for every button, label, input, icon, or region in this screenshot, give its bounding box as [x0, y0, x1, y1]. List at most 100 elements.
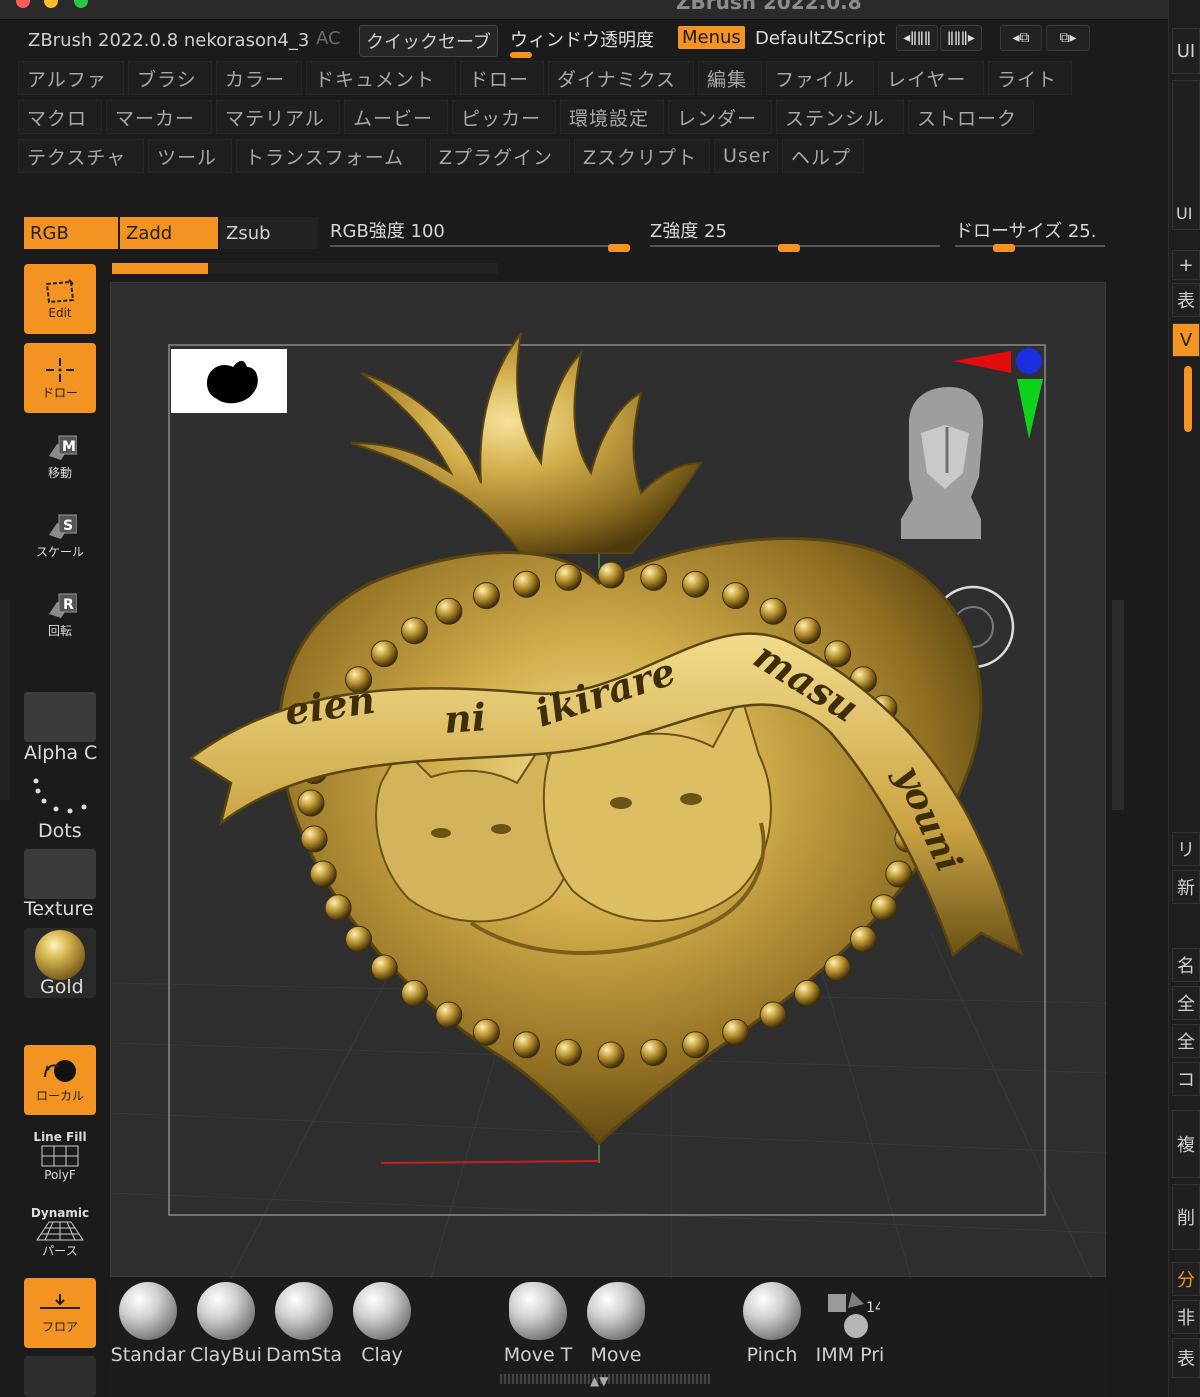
perspective-button[interactable]: Dynamic パース — [24, 1198, 96, 1266]
right-tray-button-4[interactable]: V — [1172, 323, 1200, 357]
menu-preferences[interactable]: 環境設定 — [560, 100, 664, 134]
brush-pinch-button[interactable]: Pinch — [734, 1282, 810, 1366]
right-tray-scrollbar[interactable] — [1184, 366, 1192, 432]
head-navigation-icon[interactable] — [901, 387, 984, 539]
menu-movie[interactable]: ムービー — [344, 100, 448, 134]
right-tray-button-12[interactable]: 削 — [1172, 1184, 1200, 1250]
scroll-left-button[interactable]: ◂ǁǁǁ — [896, 25, 938, 51]
scale-button[interactable]: S スケール — [24, 501, 96, 571]
brush-standard-button[interactable]: Standar — [110, 1282, 186, 1366]
right-tray-button-10[interactable]: コ — [1172, 1062, 1200, 1096]
right-tray-button-5[interactable]: リ — [1172, 832, 1200, 866]
menu-picker[interactable]: ピッカー — [452, 100, 556, 134]
layout-prev-icon[interactable]: ◂⧉ — [1000, 25, 1042, 51]
menu-file[interactable]: ファイル — [766, 61, 874, 95]
dynamic-label: Dynamic — [30, 1205, 90, 1220]
menu-marker[interactable]: マーカー — [106, 100, 212, 134]
right-tray-button-15[interactable]: 表 — [1172, 1338, 1200, 1378]
menu-layer[interactable]: レイヤー — [878, 61, 984, 95]
menu-tool[interactable]: ツール — [148, 139, 232, 173]
draw-size-knob[interactable] — [993, 244, 1015, 252]
menu-color[interactable]: カラー — [216, 61, 302, 95]
right-tray-button-1[interactable]: UI — [1172, 28, 1200, 74]
menu-draw[interactable]: ドロー — [460, 61, 544, 95]
right-tray-button-8[interactable]: 全 — [1172, 986, 1200, 1020]
rgb-intensity-slider[interactable]: RGB強度 100 — [330, 217, 630, 252]
next-tool-button[interactable] — [24, 1356, 96, 1397]
minimize-window-button[interactable] — [44, 0, 58, 8]
line-fill-button[interactable]: Line Fill PolyF — [24, 1122, 96, 1190]
right-tray-add-button[interactable]: + — [1172, 250, 1200, 280]
z-intensity-slider[interactable]: Z強度 25 — [650, 217, 940, 252]
window-transparency-slider[interactable]: ウィンドウ透明度 — [510, 26, 654, 58]
rgb-intensity-knob[interactable] — [608, 244, 630, 252]
brush-imm-primitives-button[interactable]: 14 IMM Pri — [812, 1288, 888, 1366]
menu-zplugin[interactable]: Zプラグイン — [430, 139, 570, 173]
rotate-button[interactable]: R 回転 — [24, 580, 96, 650]
alpha-thumbnail[interactable] — [24, 692, 96, 742]
right-tray-preview[interactable]: UI — [1172, 80, 1200, 230]
stroke-dots-button[interactable] — [26, 775, 96, 820]
zoom-window-button[interactable] — [74, 0, 88, 8]
shelf-expand-icon[interactable]: ▲▼ — [590, 1374, 608, 1388]
menu-transform[interactable]: トランスフォーム — [236, 139, 426, 173]
menus-button[interactable]: Menus — [678, 26, 745, 49]
floor-button[interactable]: フロア — [24, 1278, 96, 1348]
menu-user[interactable]: User — [714, 139, 778, 173]
menu-material[interactable]: マテリアル — [216, 100, 340, 134]
menu-stencil[interactable]: ステンシル — [776, 100, 904, 134]
menu-brush[interactable]: ブラシ — [128, 61, 212, 95]
right-tray-button-6[interactable]: 新 — [1172, 870, 1200, 904]
close-window-button[interactable] — [16, 0, 30, 8]
draw-button[interactable]: ドロー — [24, 343, 96, 413]
menu-render[interactable]: レンダー — [668, 100, 772, 134]
bead — [370, 954, 398, 982]
right-tray-button-7[interactable]: 名 — [1172, 948, 1200, 982]
right-tray-button-13[interactable]: 分 — [1172, 1262, 1200, 1296]
right-tray-button-14[interactable]: 非 — [1172, 1300, 1200, 1334]
brush-movetopo-button[interactable]: Move T — [500, 1282, 576, 1366]
draw-size-slider[interactable]: ドローサイズ 25. — [955, 217, 1105, 252]
model-thumbnail[interactable] — [171, 349, 287, 413]
rgb-toggle[interactable]: RGB — [24, 217, 118, 249]
bead — [297, 789, 325, 817]
zsub-toggle[interactable]: Zsub — [220, 217, 318, 249]
right-edge-handle[interactable] — [1112, 600, 1124, 810]
layout-next-icon[interactable]: ⧉▸ — [1046, 25, 1090, 51]
brush-claybuildup-button[interactable]: ClayBui — [188, 1282, 264, 1366]
z-intensity-knob[interactable] — [778, 244, 800, 252]
brush-clay-button[interactable]: Clay — [344, 1282, 420, 1366]
canvas-viewport[interactable]: eien ni ikirare masu youni — [110, 282, 1108, 1279]
bead — [640, 563, 668, 591]
menu-zscript[interactable]: Zスクリプト — [574, 139, 710, 173]
menu-alpha[interactable]: アルファ — [18, 61, 124, 95]
edit-button[interactable]: Edit — [24, 264, 96, 334]
claybuildup-brush-icon — [197, 1282, 255, 1340]
right-tray-button-11[interactable]: 複 — [1172, 1110, 1200, 1178]
brushbar-mode-indicator — [112, 263, 208, 274]
menu-stroke[interactable]: ストローク — [908, 100, 1034, 134]
scroll-right-button[interactable]: ǁǁǁ▸ — [940, 25, 982, 51]
texture-thumbnail[interactable] — [24, 849, 96, 899]
transparency-knob[interactable] — [510, 52, 532, 58]
brush-damstandard-label: DamSta — [266, 1344, 342, 1366]
menu-document[interactable]: ドキュメント — [306, 61, 456, 95]
menu-macro[interactable]: マクロ — [18, 100, 102, 134]
menu-texture[interactable]: テクスチャ — [18, 139, 144, 173]
menu-light[interactable]: ライト — [988, 61, 1072, 95]
zadd-toggle[interactable]: Zadd — [120, 217, 218, 249]
right-tray-button-3[interactable]: 表 — [1172, 283, 1200, 317]
move-button[interactable]: M 移動 — [24, 422, 96, 492]
brush-damstandard-button[interactable]: DamSta — [266, 1282, 342, 1366]
menu-help[interactable]: ヘルプ — [782, 139, 864, 173]
left-edge-handle[interactable] — [0, 600, 10, 800]
default-zscript-button[interactable]: DefaultZScript — [755, 28, 885, 49]
menu-edit[interactable]: 編集 — [698, 61, 762, 95]
scene-svg[interactable]: eien ni ikirare masu youni — [110, 283, 1108, 1279]
gold-heart-model[interactable]: eien ni ikirare masu youni — [188, 332, 1024, 1146]
menu-dynamics[interactable]: ダイナミクス — [548, 61, 694, 95]
brush-move-button[interactable]: Move — [578, 1282, 654, 1366]
right-tray-button-9[interactable]: 全 — [1172, 1024, 1200, 1058]
quick-save-button[interactable]: クイックセーブ — [359, 25, 498, 57]
local-symmetry-button[interactable]: ローカル — [24, 1045, 96, 1115]
